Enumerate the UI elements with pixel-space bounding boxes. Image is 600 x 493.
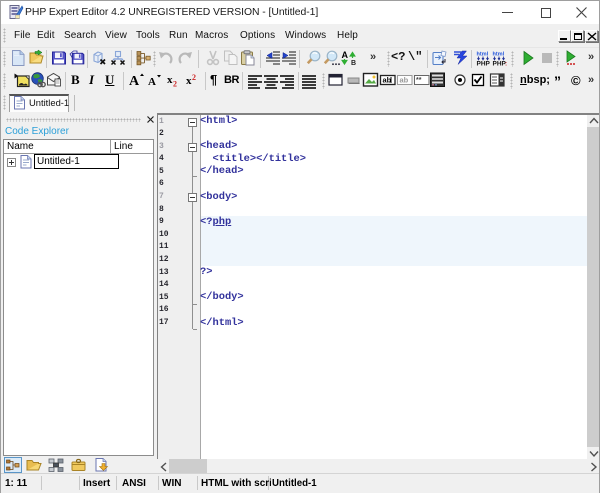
svg-text:2: 2 (192, 73, 196, 82)
svg-text::: : (505, 61, 507, 68)
svg-text:B: B (351, 60, 356, 67)
svg-text:A: A (342, 50, 349, 60)
svg-text:2: 2 (173, 80, 177, 89)
svg-text:ab: ab (383, 76, 392, 85)
svg-text:A: A (148, 76, 156, 88)
svg-text:ab: ab (400, 76, 409, 85)
svg-text:**: ** (416, 77, 422, 84)
svg-text:A: A (129, 74, 140, 89)
svg-text:PHP: PHP (477, 61, 491, 68)
